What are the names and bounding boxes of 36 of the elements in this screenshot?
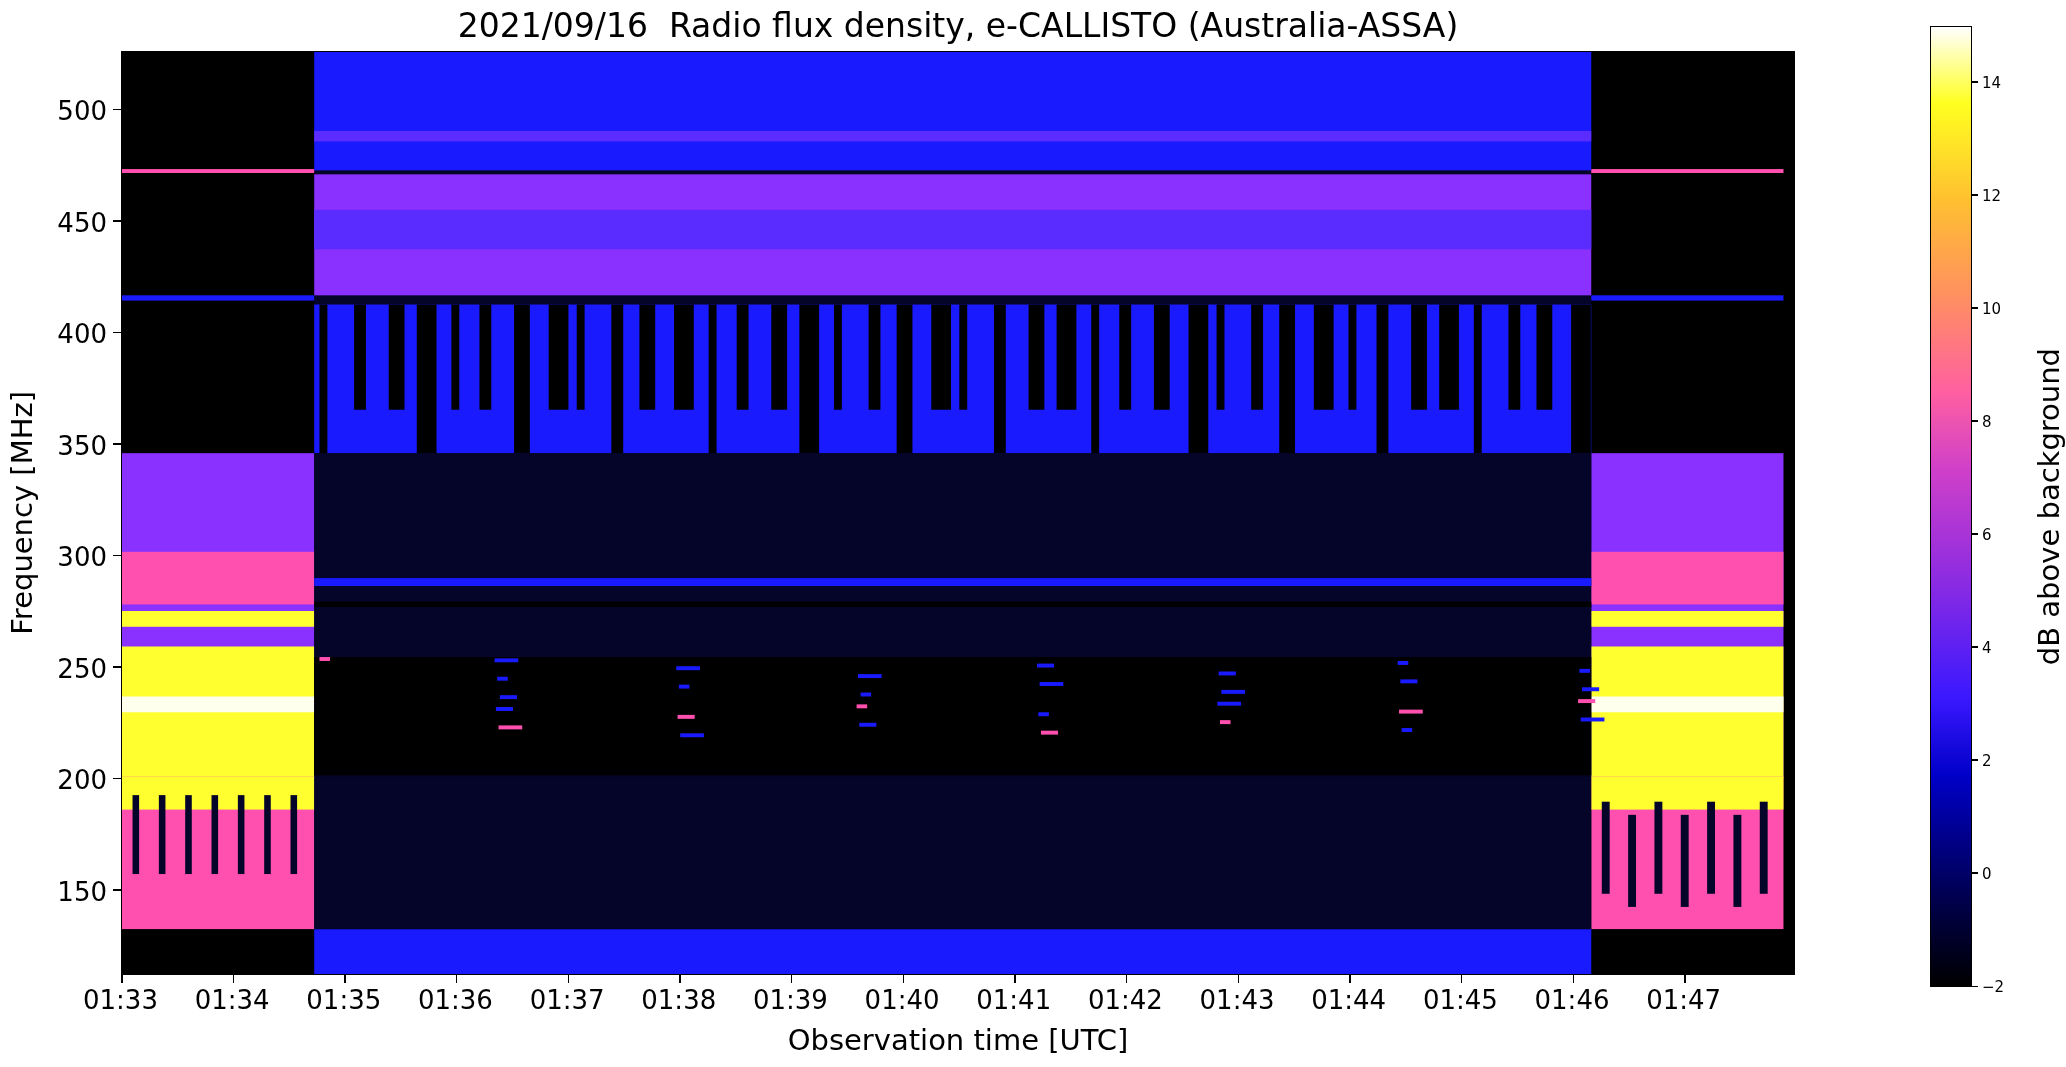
y-tick-label: 200: [57, 765, 107, 796]
colorbar-tick-label: −2: [1982, 978, 2005, 996]
y-tick-label: 500: [57, 96, 107, 127]
x-tick-label: 01:38: [641, 985, 717, 1015]
x-tick-label: 01:35: [306, 985, 382, 1015]
x-tick-label: 01:45: [1422, 985, 1498, 1015]
x-tick-label: 01:33: [83, 985, 158, 1015]
x-tick-label: 01:44: [1311, 985, 1387, 1015]
y-tick-label: 400: [57, 319, 107, 350]
x-tick-label: 01:34: [194, 985, 270, 1015]
colorbar-label: dB above background: [2032, 347, 2066, 666]
x-tick-label: 01:47: [1646, 985, 1722, 1015]
chart-title: 2021/09/16 Radio flux density, e-CALLISTO (Australia-ASSA): [456, 5, 1460, 47]
colorbar-tick-label: 12: [1982, 186, 2002, 205]
colorbar-tick-label: 2: [1982, 751, 1992, 770]
x-tick-label: 01:41: [976, 985, 1052, 1015]
x-tick-label: 01:40: [864, 985, 940, 1015]
y-axis-label: Frequency [MHz]: [5, 391, 39, 635]
y-tick-label: 300: [57, 542, 107, 573]
y-tick-label: 350: [57, 430, 107, 461]
colorbar-tick-label: 6: [1982, 525, 1992, 544]
x-tick-label: 01:39: [752, 985, 828, 1015]
colorbar-tick-label: 4: [1982, 638, 1992, 657]
y-tick-label: 150: [57, 876, 107, 907]
y-tick-label: 450: [57, 207, 107, 238]
x-tick-label: 01:37: [529, 985, 605, 1015]
colorbar-tick-label: 0: [1982, 864, 1992, 883]
x-tick-label: 01:43: [1199, 985, 1275, 1015]
x-tick-label: 01:46: [1534, 985, 1610, 1015]
colorbar-tick-label: 8: [1982, 412, 1992, 431]
x-axis-label: Observation time [UTC]: [787, 1023, 1129, 1057]
x-tick-label: 01:42: [1087, 985, 1163, 1015]
colorbar-tick-label: 10: [1982, 299, 2002, 318]
colorbar-tick-label: 14: [1982, 73, 2002, 92]
x-tick-label: 01:36: [417, 985, 493, 1015]
y-tick-label: 250: [57, 653, 107, 684]
